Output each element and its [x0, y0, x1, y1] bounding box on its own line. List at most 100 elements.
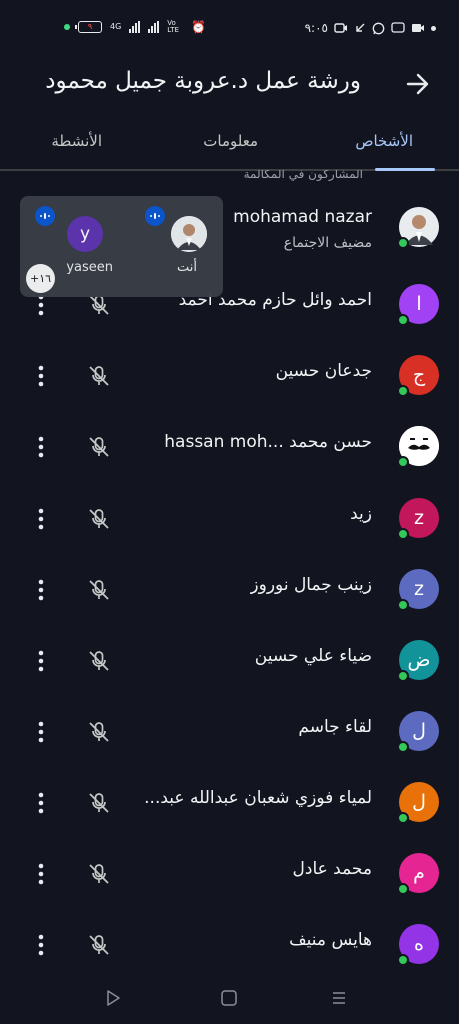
participant-name: لمياء فوزي شعبان عبدالله عبد...: [144, 788, 372, 808]
mic-off-icon: [86, 506, 112, 532]
more-options-icon[interactable]: [33, 932, 49, 958]
mic-off-icon: [86, 648, 112, 674]
whatsapp-icon: [372, 22, 385, 34]
more-options-icon[interactable]: [33, 577, 49, 603]
participant-name: هايس منيف: [289, 930, 372, 950]
more-options-icon[interactable]: [33, 506, 49, 532]
battery-icon: ٩: [75, 21, 102, 33]
online-status-icon: [397, 528, 409, 540]
participant-name: محمد عادل: [292, 859, 372, 879]
yaseen-label: yaseen: [66, 260, 113, 275]
more-options-icon[interactable]: [33, 434, 49, 460]
audio-level-icon: [145, 206, 165, 226]
participant-name: جدعان حسين: [275, 361, 372, 381]
online-status-icon: [397, 812, 409, 824]
status-bar-left-group: ٩ 4G Vo LTE ⏰: [64, 20, 206, 34]
tab-indicator: [0, 168, 459, 171]
participant-role: مضيف الاجتماع: [283, 235, 372, 251]
more-participants-badge[interactable]: +١٦: [26, 264, 55, 293]
participant-row[interactable]: ل لمياء فوزي شعبان عبدالله عبد...: [0, 768, 459, 839]
participant-row[interactable]: ه هايس منيف: [0, 910, 459, 981]
mic-off-icon: [86, 790, 112, 816]
avatar-initial: z: [414, 578, 424, 600]
messenger-icon: [391, 22, 405, 33]
avatar-initial: م: [413, 862, 425, 884]
avatar-initial: ل: [412, 720, 426, 742]
participant-row[interactable]: م محمد عادل: [0, 839, 459, 910]
alarm-icon: ⏰: [191, 20, 207, 34]
network-label: 4G: [110, 22, 122, 31]
signal-2-icon: [148, 21, 160, 33]
self-view-card[interactable]: أنت y yaseen +١٦: [20, 196, 223, 297]
participant-avatar: م: [397, 853, 439, 895]
self-avatar: [171, 216, 207, 252]
participant-row[interactable]: z زيد: [0, 484, 459, 555]
online-status-icon: [397, 599, 409, 611]
participant-row[interactable]: z زينب جمال نوروز: [0, 555, 459, 626]
more-options-icon[interactable]: [33, 648, 49, 674]
notification-dot-icon: [431, 25, 436, 31]
home-nav-icon[interactable]: [219, 988, 239, 1008]
participant-avatar: [397, 426, 439, 468]
back-nav-icon[interactable]: [103, 988, 123, 1008]
tab-bar: الأشخاص معلومات الأنشطة: [0, 128, 459, 174]
online-status-icon: [397, 237, 409, 249]
camera-icon: [412, 24, 424, 32]
menu-nav-icon[interactable]: [329, 988, 349, 1008]
participant-avatar: [397, 207, 439, 249]
participant-name: لقاء جاسم: [298, 717, 372, 737]
self-label: أنت: [177, 260, 197, 275]
participant-name: mohamad nazar: [233, 207, 372, 227]
mic-off-icon: [86, 719, 112, 745]
status-bar: ٩ 4G Vo LTE ⏰ ٩:٠٥: [0, 0, 459, 60]
active-tab-underline: [375, 168, 435, 171]
avatar-initial: z: [414, 507, 424, 529]
online-status-icon: [397, 456, 409, 468]
more-options-icon[interactable]: [33, 790, 49, 816]
participant-avatar: ا: [397, 284, 439, 326]
more-options-icon[interactable]: [33, 363, 49, 389]
participant-avatar: z: [397, 569, 439, 611]
audio-level-icon: [35, 206, 55, 226]
signal-icon: [129, 21, 141, 33]
tab-activities[interactable]: الأنشطة: [51, 132, 102, 150]
tab-people[interactable]: الأشخاص: [355, 132, 413, 150]
participant-avatar: ج: [397, 355, 439, 397]
more-options-icon[interactable]: [33, 719, 49, 745]
mic-off-icon: [86, 932, 112, 958]
participant-name: زينب جمال نوروز: [250, 575, 372, 595]
mic-off-icon: [86, 363, 112, 389]
page-title: ورشة عمل د.عروبة جميل محمود: [45, 68, 361, 94]
online-status-icon: [397, 883, 409, 895]
participant-row[interactable]: حسن محمد ...hassan moh: [0, 412, 459, 483]
online-status-icon: [397, 314, 409, 326]
avatar-initial: y: [79, 224, 91, 244]
more-options-icon[interactable]: [33, 861, 49, 887]
battery-level: ٩: [87, 22, 93, 31]
avatar-initial: ج: [412, 364, 426, 386]
online-status-icon: [397, 954, 409, 966]
avatar-initial: ض: [407, 649, 431, 671]
tab-info[interactable]: معلومات: [203, 132, 258, 150]
avatar-initial: ا: [416, 293, 422, 315]
avatar-initial: ه: [414, 933, 424, 955]
status-bar-right-group: ٩:٠٥: [305, 21, 436, 35]
participant-avatar: ه: [397, 924, 439, 966]
mic-off-icon: [86, 434, 112, 460]
participant-row[interactable]: ل لقاء جاسم: [0, 697, 459, 768]
online-status-icon: [397, 385, 409, 397]
app-header: ورشة عمل د.عروبة جميل محمود: [0, 60, 459, 110]
clock: ٩:٠٥: [304, 21, 328, 35]
participant-row[interactable]: ض ضياء علي حسين: [0, 626, 459, 697]
participant-avatar: ض: [397, 640, 439, 682]
participant-row[interactable]: ج جدعان حسين: [0, 341, 459, 412]
mic-off-icon: [86, 861, 112, 887]
volte-label: Vo LTE: [167, 19, 179, 34]
participant-name: ضياء علي حسين: [254, 646, 372, 666]
self-tile: أنت: [145, 206, 215, 286]
back-arrow-icon[interactable]: [403, 69, 433, 99]
video-notification-icon: [334, 23, 347, 33]
participant-name: حسن محمد ...hassan moh: [164, 432, 372, 452]
online-status-icon: [397, 670, 409, 682]
online-status-icon: [397, 741, 409, 753]
